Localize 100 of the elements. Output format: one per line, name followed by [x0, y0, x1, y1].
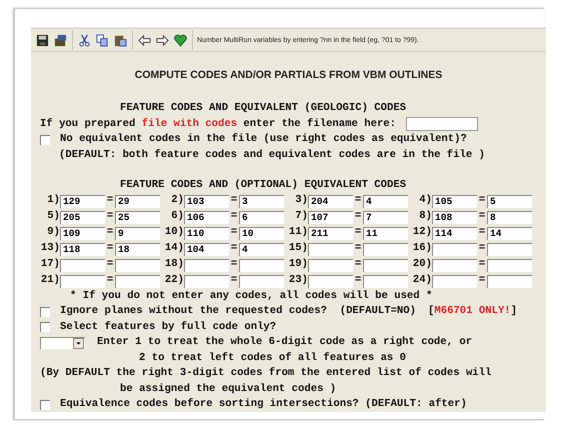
code-field[interactable]: [308, 242, 353, 256]
equivalent-code-field[interactable]: [487, 242, 532, 256]
entry-number: 2): [170, 193, 184, 208]
entry-number: 6): [170, 209, 184, 224]
code-field[interactable]: 107: [308, 210, 353, 224]
checkbox[interactable]: [40, 134, 50, 145]
default-note: (DEFAULT: both feature codes and equivalent codes are in the file ): [58, 148, 486, 162]
entry-number: 15): [288, 241, 308, 256]
codes-note: * If you do not enter any codes, all codes will be used *: [69, 288, 434, 304]
entry-number: 10): [164, 225, 184, 240]
code-field[interactable]: [184, 258, 229, 272]
entry-number: 13): [40, 241, 60, 256]
entry-number: 9): [46, 225, 60, 240]
heart-icon[interactable]: [174, 34, 187, 46]
checkbox-label: Ignore planes without the requested codes? (DEFAULT=NO): [60, 304, 416, 319]
cut-icon[interactable]: [78, 34, 91, 46]
entry-number: 12): [412, 225, 432, 240]
equivalent-code-field[interactable]: 10: [239, 226, 284, 240]
equivalent-code-field[interactable]: 4: [363, 194, 408, 208]
checkbox[interactable]: [40, 322, 50, 332]
paste-icon[interactable]: [114, 34, 127, 46]
entry-number: 7): [294, 209, 308, 224]
entry-number: 18): [164, 257, 184, 272]
code-field[interactable]: 211: [308, 226, 353, 240]
equivalent-code-field[interactable]: 7: [363, 210, 408, 224]
code-field[interactable]: 205: [60, 210, 105, 224]
entry-number: 14): [164, 241, 184, 256]
code-field[interactable]: 104: [184, 242, 229, 256]
checkbox[interactable]: [40, 306, 50, 317]
equivalent-code-field[interactable]: 29: [115, 194, 160, 208]
equivalent-code-field[interactable]: 14: [487, 226, 532, 240]
equivalent-code-field[interactable]: 5: [487, 194, 532, 208]
checkbox[interactable]: [40, 400, 50, 410]
equals-sign: =: [230, 257, 238, 272]
equivalent-code-field[interactable]: [115, 258, 160, 272]
code-field[interactable]: [432, 242, 477, 256]
checkbox-label: Equivalence codes before sorting intersections? (DEFAULT: after): [60, 397, 467, 412]
entry-number: 11): [288, 225, 308, 240]
code-field[interactable]: 204: [308, 194, 353, 208]
treat-codes-dropdown[interactable]: [40, 336, 85, 349]
forward-arrow-icon[interactable]: [156, 34, 169, 46]
equivalent-code-field[interactable]: 18: [115, 242, 160, 256]
code-field[interactable]: [60, 258, 105, 272]
equivalent-code-field[interactable]: [487, 258, 532, 272]
back-arrow-icon[interactable]: [138, 34, 151, 46]
equals-sign: =: [230, 225, 238, 240]
code-field[interactable]: 106: [184, 210, 229, 224]
equals-sign: =: [106, 225, 114, 240]
equivalent-code-field[interactable]: [363, 258, 408, 272]
entry-number: 17): [40, 257, 60, 272]
code-field[interactable]: [308, 274, 353, 288]
code-field[interactable]: [308, 258, 353, 272]
entry-number: 20): [412, 257, 432, 272]
equals-sign: =: [354, 257, 362, 272]
entry-number: 4): [418, 193, 432, 208]
code-field[interactable]: [432, 274, 477, 288]
equals-sign: =: [354, 193, 362, 208]
equivalent-code-field[interactable]: [487, 274, 532, 288]
folder-icon[interactable]: [54, 34, 67, 46]
equivalent-code-field[interactable]: 11: [363, 226, 408, 240]
code-field[interactable]: [184, 274, 229, 288]
equals-sign: =: [354, 209, 362, 224]
code-field[interactable]: 109: [60, 226, 105, 240]
code-field[interactable]: [432, 258, 477, 272]
equals-sign: =: [106, 209, 114, 224]
equals-sign: =: [230, 209, 238, 224]
form-title: COMPUTE CODES AND/OR PARTIALS FROM VBM OUTLINES: [134, 69, 444, 81]
save-icon[interactable]: [36, 34, 49, 46]
equivalent-code-field[interactable]: [239, 274, 284, 288]
code-field[interactable]: 114: [432, 226, 477, 240]
equivalent-code-field[interactable]: 9: [115, 226, 160, 240]
code-field[interactable]: 105: [432, 194, 477, 208]
instruction-text: 2 to treat left codes of all features as 0: [138, 350, 408, 366]
copy-icon[interactable]: [96, 34, 109, 46]
entry-number: 8): [418, 209, 432, 224]
equivalent-code-field[interactable]: [115, 274, 160, 288]
equivalent-code-field[interactable]: [363, 242, 408, 256]
section-heading: FEATURE CODES AND (OPTIONAL) EQUIVALENT CODES: [119, 178, 408, 193]
equivalent-code-field[interactable]: 6: [239, 210, 284, 224]
equivalent-code-field[interactable]: [239, 258, 284, 272]
filename-field[interactable]: [406, 117, 478, 132]
equals-sign: =: [478, 257, 486, 272]
code-field[interactable]: 103: [184, 194, 229, 208]
equals-sign: =: [354, 225, 362, 240]
code-field[interactable]: 129: [60, 194, 105, 208]
equals-sign: =: [478, 273, 486, 288]
equals-sign: =: [478, 209, 486, 224]
equivalent-code-field[interactable]: 3: [239, 194, 284, 208]
equivalent-code-field[interactable]: 8: [487, 210, 532, 224]
code-field[interactable]: 108: [432, 210, 477, 224]
equivalent-code-field[interactable]: [363, 274, 408, 288]
equals-sign: =: [478, 225, 486, 240]
code-field[interactable]: 110: [184, 226, 229, 240]
entry-number: 16): [412, 241, 432, 256]
code-field[interactable]: 118: [60, 242, 105, 256]
entry-number: 1): [46, 193, 60, 208]
equivalent-code-field[interactable]: 25: [115, 210, 160, 224]
default-note: (By DEFAULT the right 3-digit codes from the entered list of codes will: [40, 366, 492, 381]
code-field[interactable]: [60, 274, 105, 288]
equivalent-code-field[interactable]: 4: [239, 242, 284, 256]
